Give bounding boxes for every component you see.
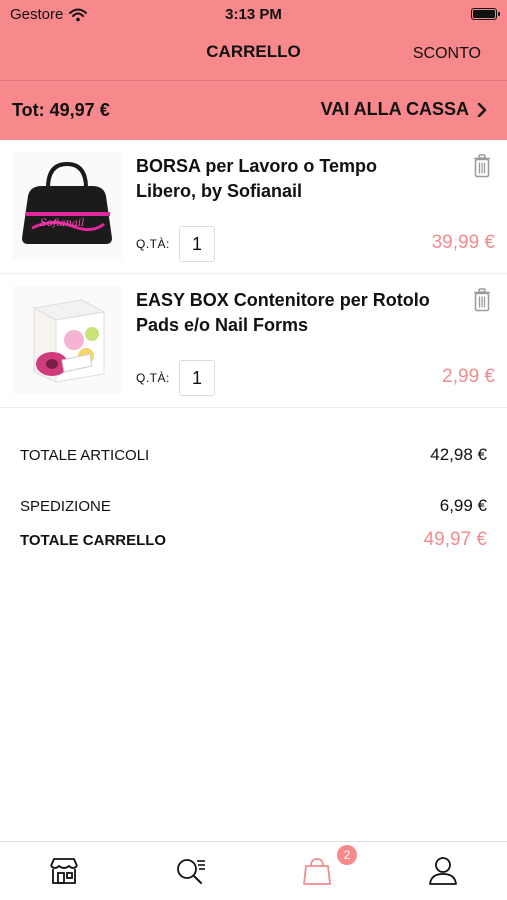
- search-list-icon: [177, 859, 205, 884]
- product-image-box[interactable]: [12, 286, 122, 394]
- quantity-label: Q.TÀ:: [136, 371, 170, 385]
- cart-item: EASY BOX Contenitore per Rotolo Pads e/o…: [0, 274, 507, 408]
- summary-row-shipping: SPEDIZIONE 6,99 €: [20, 496, 487, 516]
- svg-text:Sofianail: Sofianail: [40, 218, 84, 229]
- tab-store[interactable]: [47, 854, 81, 888]
- summary-row-total: TOTALE CARRELLO 49,97 €: [20, 529, 487, 551]
- trash-icon[interactable]: [473, 154, 491, 178]
- header: Gestore 3:13 PM CARRELLO SCONTO Tot: 49,…: [0, 0, 507, 140]
- battery-icon: [471, 8, 500, 20]
- discount-button[interactable]: SCONTO: [413, 45, 481, 63]
- summary-value: 49,97 €: [423, 529, 487, 550]
- store-icon: [50, 858, 78, 884]
- status-time: 3:13 PM: [225, 6, 282, 23]
- tab-profile[interactable]: [426, 854, 460, 888]
- shopping-bag-icon: [303, 858, 331, 885]
- tab-search[interactable]: [173, 854, 207, 888]
- quantity-label: Q.TÀ:: [136, 237, 170, 251]
- product-title[interactable]: BORSA per Lavoro o Tempo Libero, by Sofi…: [136, 154, 436, 204]
- divider: [0, 80, 507, 81]
- product-title[interactable]: EASY BOX Contenitore per Rotolo Pads e/o…: [136, 288, 436, 338]
- summary-value: 6,99 €: [439, 496, 487, 515]
- summary-label: TOTALE ARTICOLI: [20, 446, 150, 464]
- checkout-button[interactable]: VAI ALLA CASSA: [321, 99, 487, 120]
- checkout-label: VAI ALLA CASSA: [320, 99, 469, 119]
- trash-icon[interactable]: [473, 288, 491, 312]
- tab-cart[interactable]: [300, 854, 334, 888]
- tab-bar: [0, 841, 507, 900]
- summary-label: TOTALE CARRELLO: [20, 531, 167, 549]
- product-image-bag[interactable]: Sofianail: [12, 152, 122, 260]
- summary-label: SPEDIZIONE: [20, 497, 111, 515]
- quantity-field[interactable]: 1: [179, 226, 215, 262]
- summary-value: 42,98 €: [430, 445, 487, 464]
- status-bar: Gestore 3:13 PM: [0, 0, 507, 28]
- total-label: Tot: 49,97 €: [12, 100, 110, 120]
- chevron-right-icon: [477, 102, 487, 117]
- cart-badge: 2: [337, 845, 357, 865]
- cart-item: Sofianail BORSA per Lavoro o Tempo Liber…: [0, 140, 507, 274]
- quantity-field[interactable]: 1: [179, 360, 215, 396]
- user-icon: [429, 857, 457, 885]
- product-price: 2,99 €: [442, 366, 495, 387]
- product-price: 39,99 €: [431, 232, 495, 253]
- summary-row-items: TOTALE ARTICOLI 42,98 €: [20, 445, 487, 465]
